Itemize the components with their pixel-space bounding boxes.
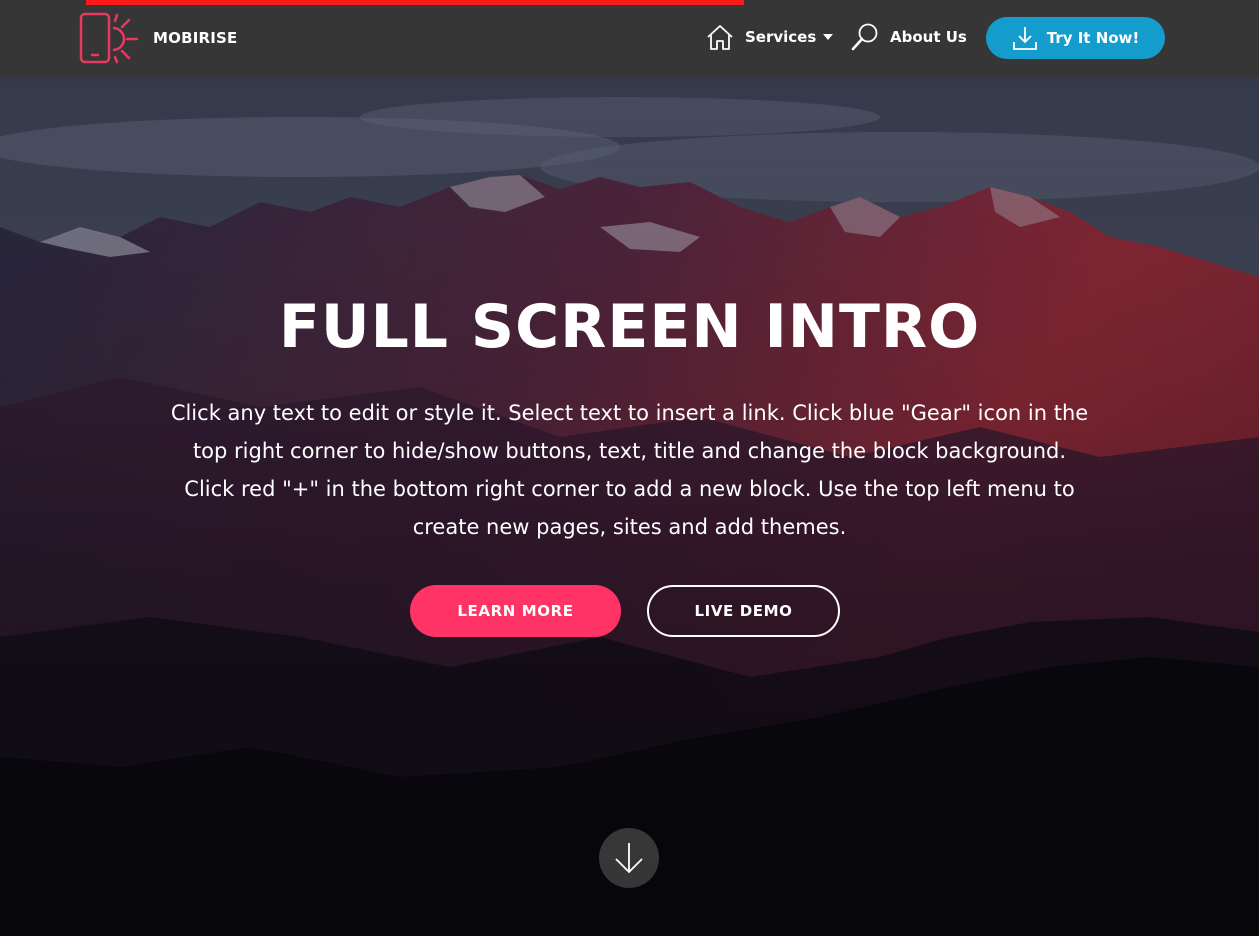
navbar: MOBIRISE Services About Us Try It Now! — [0, 0, 1259, 77]
brand[interactable]: MOBIRISE — [79, 12, 237, 64]
mobile-phone-sun-icon[interactable] — [79, 12, 141, 64]
search-icon — [851, 23, 878, 51]
scroll-down-button[interactable] — [599, 828, 659, 888]
nav-item-about-us-label[interactable]: About Us — [890, 28, 967, 46]
arrow-down-icon — [615, 843, 643, 874]
hero-title: FULL SCREEN INTRO — [278, 292, 981, 362]
home-icon — [707, 25, 733, 50]
nav-item-about-us[interactable]: About Us — [850, 22, 967, 52]
nav-item-services-label[interactable]: Services — [745, 28, 816, 46]
learn-more-button[interactable]: LEARN MORE — [410, 585, 621, 637]
brand-name[interactable]: MOBIRISE — [153, 29, 237, 47]
try-it-now-label[interactable]: Try It Now! — [1047, 29, 1140, 47]
try-it-now-button[interactable]: Try It Now! — [986, 17, 1165, 59]
nav-item-services[interactable]: Services — [705, 22, 834, 52]
page-load-progress-bar — [86, 0, 744, 5]
chevron-down-icon[interactable] — [823, 34, 834, 40]
hero-section: FULL SCREEN INTRO Click any text to edit… — [0, 77, 1259, 936]
page: MOBIRISE Services About Us Try It Now! F… — [0, 0, 1259, 936]
live-demo-button[interactable]: LIVE DEMO — [647, 585, 840, 637]
download-icon — [1012, 27, 1037, 50]
hero-description: Click any text to edit or style it. Sele… — [170, 401, 1089, 539]
